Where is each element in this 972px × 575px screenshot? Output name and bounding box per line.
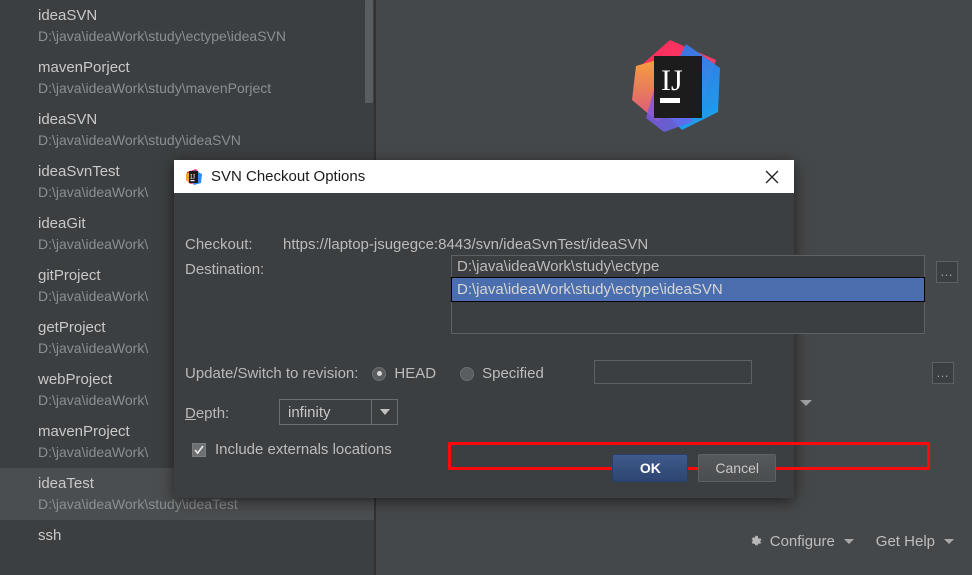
chevron-down-icon	[843, 539, 854, 544]
destination-label: Destination:	[185, 261, 265, 278]
svn-checkout-options-dialog: IJ SVN Checkout Options Checkout: https:…	[174, 160, 958, 498]
welcome-bottom-bar: Configure Get Help	[376, 521, 972, 575]
checkout-label: Checkout:	[185, 236, 253, 253]
depth-label: Depth:	[185, 405, 229, 422]
revision-browse-button[interactable]: …	[932, 362, 954, 384]
checkout-row: Checkout: https://laptop-jsugegce:8443/s…	[185, 236, 648, 253]
revision-row: Update/Switch to revision: HEAD Specified	[185, 365, 568, 382]
dialog-buttons: OK Cancel	[612, 454, 776, 482]
destination-input[interactable]: D:\java\ideaWork\study\ectype	[451, 255, 925, 279]
include-externals-checkbox[interactable]: Include externals locations	[192, 441, 392, 458]
gear-icon	[748, 534, 763, 549]
configure-menu-button[interactable]: Configure	[748, 533, 854, 550]
radio-indicator	[460, 366, 475, 381]
get-help-menu-button[interactable]: Get Help	[876, 533, 954, 550]
projects-scrollbar[interactable]	[365, 0, 373, 103]
depth-label-mnemonic: D	[185, 405, 196, 422]
intellij-idea-logo-icon: IJ	[630, 38, 722, 134]
radio-label: Specified	[482, 365, 544, 382]
intellij-welcome-window: IJ Configure Get Help ideaSVN D:\java\id…	[0, 0, 972, 575]
chevron-down-icon	[944, 539, 954, 544]
project-name: ideaSVN	[38, 111, 98, 128]
radio-indicator	[372, 366, 387, 381]
include-externals-label: Include externals locations	[215, 441, 392, 458]
destination-suggestions-popup[interactable]: D:\java\ideaWork\study\ectype\ideaSVN	[451, 277, 925, 334]
cancel-button[interactable]: Cancel	[698, 454, 776, 482]
project-path: D:\java\ideaWork\study\ideaSVN	[38, 132, 241, 148]
chevron-down-icon	[371, 400, 397, 424]
project-list-item[interactable]: ideaSVN D:\java\ideaWork\study\ideaSVN	[0, 104, 376, 156]
configure-label: Configure	[769, 533, 835, 550]
dialog-title-bar: IJ SVN Checkout Options	[174, 160, 794, 193]
revision-radio-specified[interactable]: Specified	[460, 365, 544, 382]
project-list-item[interactable]: ssh	[0, 520, 376, 552]
depth-label-rest: epth:	[195, 405, 230, 422]
project-list-item[interactable]: mavenPorject D:\java\ideaWork\study\maven…	[0, 52, 376, 104]
dialog-title: SVN Checkout Options	[211, 168, 366, 185]
dialog-body: Checkout: https://laptop-jsugegce:8443/s…	[174, 193, 958, 498]
project-path: D:\java\ideaWork\study\ectype\ideaSVN	[38, 28, 286, 44]
project-path: D:\java\ideaWork\study\mavenPorject	[38, 80, 272, 96]
checkout-url-value: https://laptop-jsugegce:8443/svn/ideaSvn…	[283, 236, 649, 253]
welcome-bottom-actions: Configure Get Help	[748, 533, 954, 550]
project-name: ssh	[38, 527, 62, 544]
svg-text:IJ: IJ	[190, 173, 195, 181]
depth-select[interactable]: infinity	[279, 399, 398, 425]
ok-button[interactable]: OK	[612, 454, 689, 482]
project-name: mavenPorject	[38, 59, 130, 76]
svg-text:IJ: IJ	[661, 64, 683, 97]
get-help-label: Get Help	[875, 533, 935, 550]
destination-suggestion-item[interactable]: D:\java\ideaWork\study\ectype\ideaSVN	[451, 277, 925, 302]
radio-label: HEAD	[394, 365, 437, 382]
close-icon[interactable]	[750, 160, 794, 193]
chevron-down-icon[interactable]	[800, 400, 812, 406]
destination-browse-button[interactable]: …	[936, 261, 958, 283]
intellij-idea-small-icon: IJ	[186, 168, 202, 185]
depth-selected-value: infinity	[288, 403, 331, 421]
revision-radio-head[interactable]: HEAD	[372, 365, 436, 382]
checkbox-box	[192, 442, 206, 457]
project-name: ideaSVN	[38, 7, 98, 24]
project-list-item[interactable]: ideaSVN D:\java\ideaWork\study\ectype\ide…	[0, 0, 376, 52]
revision-label: Update/Switch to revision:	[185, 365, 359, 382]
revision-input[interactable]	[594, 360, 752, 384]
